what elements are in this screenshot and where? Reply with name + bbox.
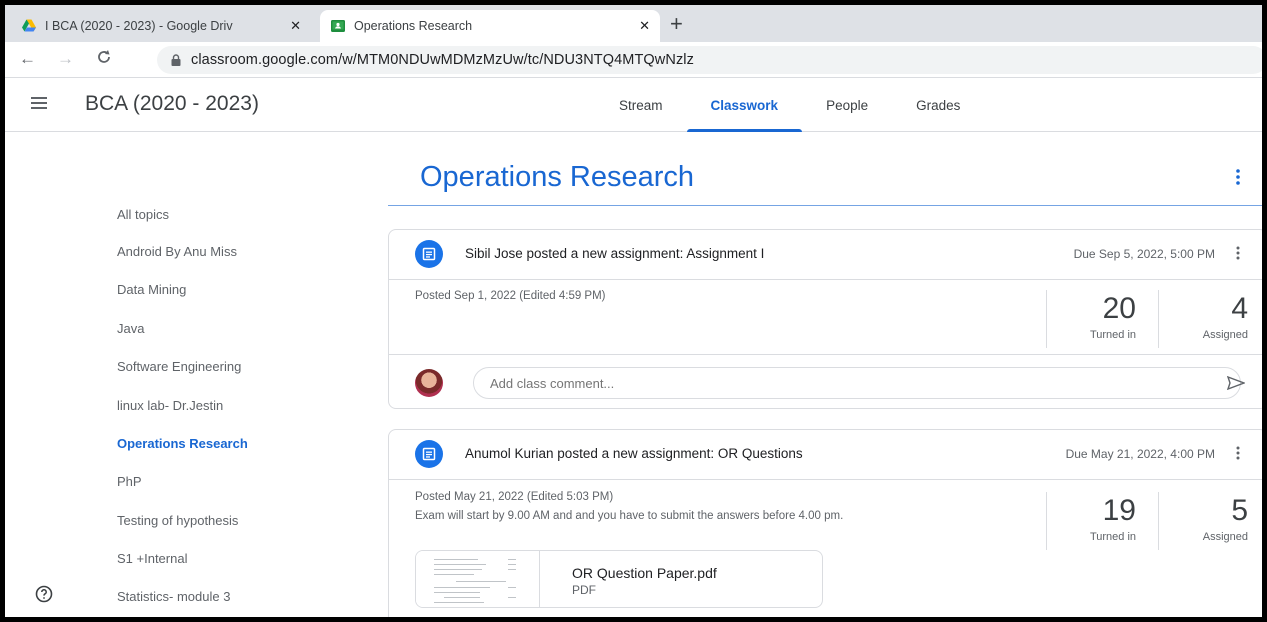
send-icon[interactable] (1227, 376, 1245, 390)
close-tab-icon[interactable]: ✕ (639, 18, 650, 34)
assignment-header[interactable]: Sibil Jose posted a new assignment: Assi… (389, 230, 1262, 280)
lock-icon (171, 54, 181, 66)
browser-tab-drive[interactable]: I BCA (2020 - 2023) - Google Driv ✕ (11, 10, 311, 42)
topic-software-engineering[interactable]: Software Engineering (117, 359, 241, 374)
back-icon[interactable]: ← (19, 50, 36, 68)
topic-s1-internal[interactable]: S1 +Internal (117, 551, 187, 566)
topic-heading: Operations Research (420, 161, 695, 193)
url-field[interactable]: classroom.google.com/w/MTM0NDUwMDMzMzUw/… (157, 46, 1262, 74)
google-classroom-icon (331, 20, 345, 32)
assigned-number: 5 (1231, 494, 1248, 527)
address-bar: ← → classroom.google.com/w/MTM0NDUwMDMzM… (5, 42, 1262, 78)
more-vert-icon[interactable] (1236, 169, 1240, 185)
forward-icon[interactable]: → (57, 50, 74, 68)
topic-statistics-module-3[interactable]: Statistics- module 3 (117, 589, 230, 604)
assignment-title[interactable]: Anumol Kurian posted a new assignment: O… (465, 446, 803, 461)
tab-stream[interactable]: Stream (595, 78, 687, 132)
assigned-count[interactable]: 4 Assigned (1158, 290, 1258, 348)
menu-icon[interactable] (31, 97, 47, 109)
attachment-name: OR Question Paper.pdf (572, 565, 717, 581)
attachment-card[interactable]: OR Question Paper.pdf PDF (415, 550, 823, 608)
assignment-icon (415, 240, 443, 268)
turned-in-number: 19 (1102, 494, 1136, 527)
due-date: Due Sep 5, 2022, 5:00 PM (1073, 247, 1215, 261)
classwork-main: Operations Research Sibil Jose posted a … (388, 133, 1262, 617)
tab-strip: I BCA (2020 - 2023) - Google Driv ✕ Oper… (5, 5, 1262, 42)
assignment-title[interactable]: Sibil Jose posted a new assignment: Assi… (465, 246, 764, 261)
turned-in-count[interactable]: 19 Turned in (1046, 492, 1158, 550)
tab-grades[interactable]: Grades (892, 78, 984, 132)
reload-icon[interactable] (95, 48, 113, 70)
topic-operations-research[interactable]: Operations Research (117, 436, 248, 451)
more-vert-icon[interactable] (1236, 246, 1240, 260)
close-tab-icon[interactable]: ✕ (290, 18, 301, 34)
topic-linux-lab[interactable]: linux lab- Dr.Jestin (117, 398, 223, 413)
tab-people[interactable]: People (802, 78, 892, 132)
url-text: classroom.google.com/w/MTM0NDUwMDMzMzUw/… (191, 52, 694, 68)
browser-tab-classroom[interactable]: Operations Research ✕ (320, 10, 660, 42)
avatar (415, 369, 443, 397)
topic-all-topics[interactable]: All topics (117, 207, 169, 222)
pdf-thumbnail (416, 551, 540, 607)
class-nav: Stream Classwork People Grades (595, 78, 984, 132)
google-drive-icon (22, 19, 36, 32)
turned-in-number: 20 (1102, 292, 1136, 325)
topic-android[interactable]: Android By Anu Miss (117, 244, 237, 259)
assignment-header[interactable]: Anumol Kurian posted a new assignment: O… (389, 430, 1262, 480)
topic-php[interactable]: PhP (117, 474, 142, 489)
due-date: Due May 21, 2022, 4:00 PM (1065, 447, 1215, 461)
tab-title: I BCA (2020 - 2023) - Google Driv (45, 19, 233, 33)
browser-window: I BCA (2020 - 2023) - Google Driv ✕ Oper… (5, 5, 1262, 617)
turned-in-count[interactable]: 20 Turned in (1046, 290, 1158, 348)
assigned-number: 4 (1231, 292, 1248, 325)
assignment-description: Exam will start by 9.00 AM and and you h… (415, 510, 844, 522)
assignment-card[interactable]: Anumol Kurian posted a new assignment: O… (388, 429, 1262, 617)
topic-data-mining[interactable]: Data Mining (117, 282, 186, 297)
class-comment-input[interactable] (473, 367, 1241, 399)
posted-date: Posted May 21, 2022 (Edited 5:03 PM) (415, 491, 614, 503)
new-tab-icon[interactable]: + (670, 12, 683, 36)
help-icon[interactable] (35, 585, 53, 603)
class-title[interactable]: BCA (2020 - 2023) (85, 92, 259, 116)
attachment-type: PDF (572, 583, 596, 597)
assigned-count[interactable]: 5 Assigned (1158, 492, 1258, 550)
topic-java[interactable]: Java (117, 321, 144, 336)
assigned-label: Assigned (1202, 531, 1248, 543)
turned-in-label: Turned in (1089, 329, 1136, 341)
assignment-card[interactable]: Sibil Jose posted a new assignment: Assi… (388, 229, 1262, 409)
assigned-label: Assigned (1202, 329, 1248, 341)
tab-title: Operations Research (354, 19, 473, 33)
tab-classwork[interactable]: Classwork (686, 78, 803, 132)
topic-testing-of-hypothesis[interactable]: Testing of hypothesis (117, 513, 238, 528)
turned-in-label: Turned in (1089, 531, 1136, 543)
classroom-header: BCA (2020 - 2023) Stream Classwork Peopl… (5, 78, 1262, 132)
topics-sidebar: All topics Android By Anu Miss Data Mini… (5, 133, 385, 617)
posted-date: Posted Sep 1, 2022 (Edited 4:59 PM) (415, 290, 606, 302)
assignment-icon (415, 440, 443, 468)
more-vert-icon[interactable] (1236, 446, 1240, 460)
topic-divider (388, 205, 1262, 206)
comment-row (389, 354, 1262, 408)
